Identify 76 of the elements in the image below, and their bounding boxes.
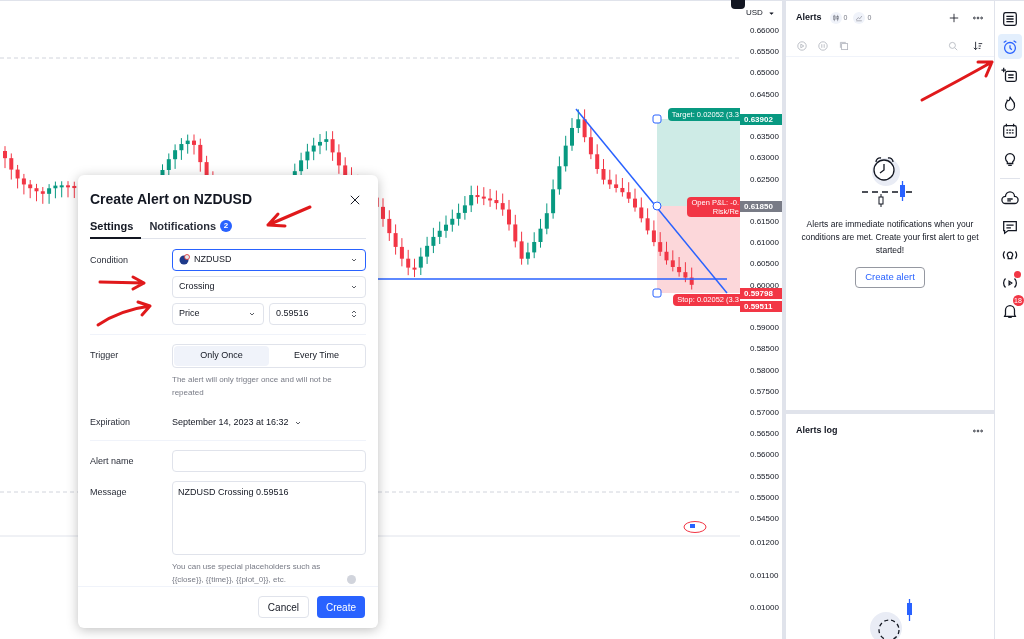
price-label: 0.54500 — [750, 514, 779, 525]
price-label: 0.64500 — [750, 89, 779, 100]
price-label: 0.60000 — [750, 280, 779, 291]
price-label: 0.61500 — [750, 216, 779, 227]
price-tag: 0.61850 — [740, 201, 782, 212]
create-alert-button[interactable]: Create alert — [855, 267, 925, 288]
drag-handle[interactable] — [652, 288, 662, 298]
helper-text: You can use special placeholders such as {{close}}, {{time}}, {{plot_0}}, etc. — [172, 560, 322, 586]
price-label: 0.55500 — [750, 471, 779, 482]
dialog-tab[interactable]: Settings — [90, 215, 142, 239]
annotation-arrow — [96, 300, 152, 327]
field-label: Alert name — [90, 454, 135, 468]
panel-title: Alerts — [796, 11, 822, 25]
add-icon[interactable] — [948, 12, 960, 24]
price-label: 0.57500 — [750, 386, 779, 397]
symbol-select[interactable]: NZDUSD — [172, 248, 366, 271]
dialog-title: Create Alert on NZDUSD — [90, 190, 253, 210]
price-tag: 0.59511 — [740, 301, 782, 312]
line-chart-icon — [855, 14, 864, 22]
currency-label: USD — [746, 7, 763, 19]
annotation-arrow — [98, 275, 146, 291]
source-select[interactable]: Price — [172, 302, 264, 325]
price-label: 0.56500 — [750, 429, 779, 440]
price-tag: 0.59798 — [740, 288, 782, 299]
alert-name-field[interactable] — [172, 449, 366, 472]
field-label: Message — [90, 485, 128, 499]
message-field[interactable]: NZDUSD Crossing 0.59516 — [172, 480, 366, 555]
create-button[interactable]: Create — [317, 596, 365, 619]
price-label: 0.61000 — [750, 238, 779, 249]
empty-state-text: Alerts are immediate notifications when your conditions are met. Create your first alert to get started! — [800, 218, 980, 257]
price-label: 0.65000 — [750, 68, 779, 79]
candles-icon — [831, 14, 840, 22]
price-label: 0.65500 — [750, 47, 779, 58]
price-label: 0.55000 — [750, 492, 779, 503]
annotation-arrow — [266, 205, 312, 228]
price-label: 0.01100 — [750, 570, 779, 581]
flag-icon[interactable] — [683, 521, 707, 533]
price-label: 0.62500 — [750, 174, 779, 185]
list-plus-icon — [1000, 65, 1019, 84]
field-label: Trigger — [90, 348, 120, 362]
select-value: Price — [179, 306, 200, 320]
cancel-button[interactable]: Cancel — [257, 596, 309, 619]
count-badge: 2 — [220, 220, 233, 233]
calendar-icon — [1000, 121, 1019, 140]
expiration-dropdown[interactable]: September 14, 2023 at 16:32 — [172, 410, 366, 431]
sort-icon[interactable] — [972, 39, 984, 52]
price-tag: 0.63902 — [740, 114, 782, 125]
trigger-option[interactable]: Only Once — [174, 345, 269, 366]
field-value: 0.59516 — [276, 306, 309, 320]
condition-select[interactable]: Crossing — [172, 275, 366, 298]
price-label: 0.66000 — [750, 26, 779, 36]
price-label: 0.01200 — [750, 538, 779, 548]
drag-handle[interactable] — [652, 201, 662, 211]
caret-icon — [767, 9, 775, 17]
price-label: 0.63000 — [750, 153, 779, 164]
dialog-tab[interactable]: Notifications 2 — [149, 215, 233, 239]
symbol-flag-icon — [179, 254, 190, 266]
price-label: 0.58500 — [750, 344, 779, 355]
price-label: 0.60500 — [750, 259, 779, 270]
price-label: 0.56000 — [750, 450, 779, 461]
value-field[interactable]: 0.59516 — [269, 302, 366, 325]
helper-text: The alert will only trigger once and will not be repeated — [172, 373, 333, 399]
price-label: 0.58000 — [750, 365, 779, 376]
select-value: Crossing — [179, 279, 215, 293]
field-label: Expiration — [90, 415, 132, 429]
price-label: 0.59000 — [750, 323, 779, 334]
drag-handle[interactable] — [652, 114, 662, 124]
select-value: NZDUSD — [194, 252, 232, 266]
price-label: 0.01000 — [750, 603, 779, 613]
stepper-icon — [349, 308, 359, 319]
field-label: Condition — [90, 253, 130, 267]
panel-title: Alerts log — [796, 424, 838, 438]
expiration-value: September 14, 2023 at 16:32 — [172, 416, 289, 430]
list-icon — [1000, 9, 1019, 28]
price-label: 0.57000 — [750, 407, 779, 418]
price-label: 0.63500 — [750, 132, 779, 143]
